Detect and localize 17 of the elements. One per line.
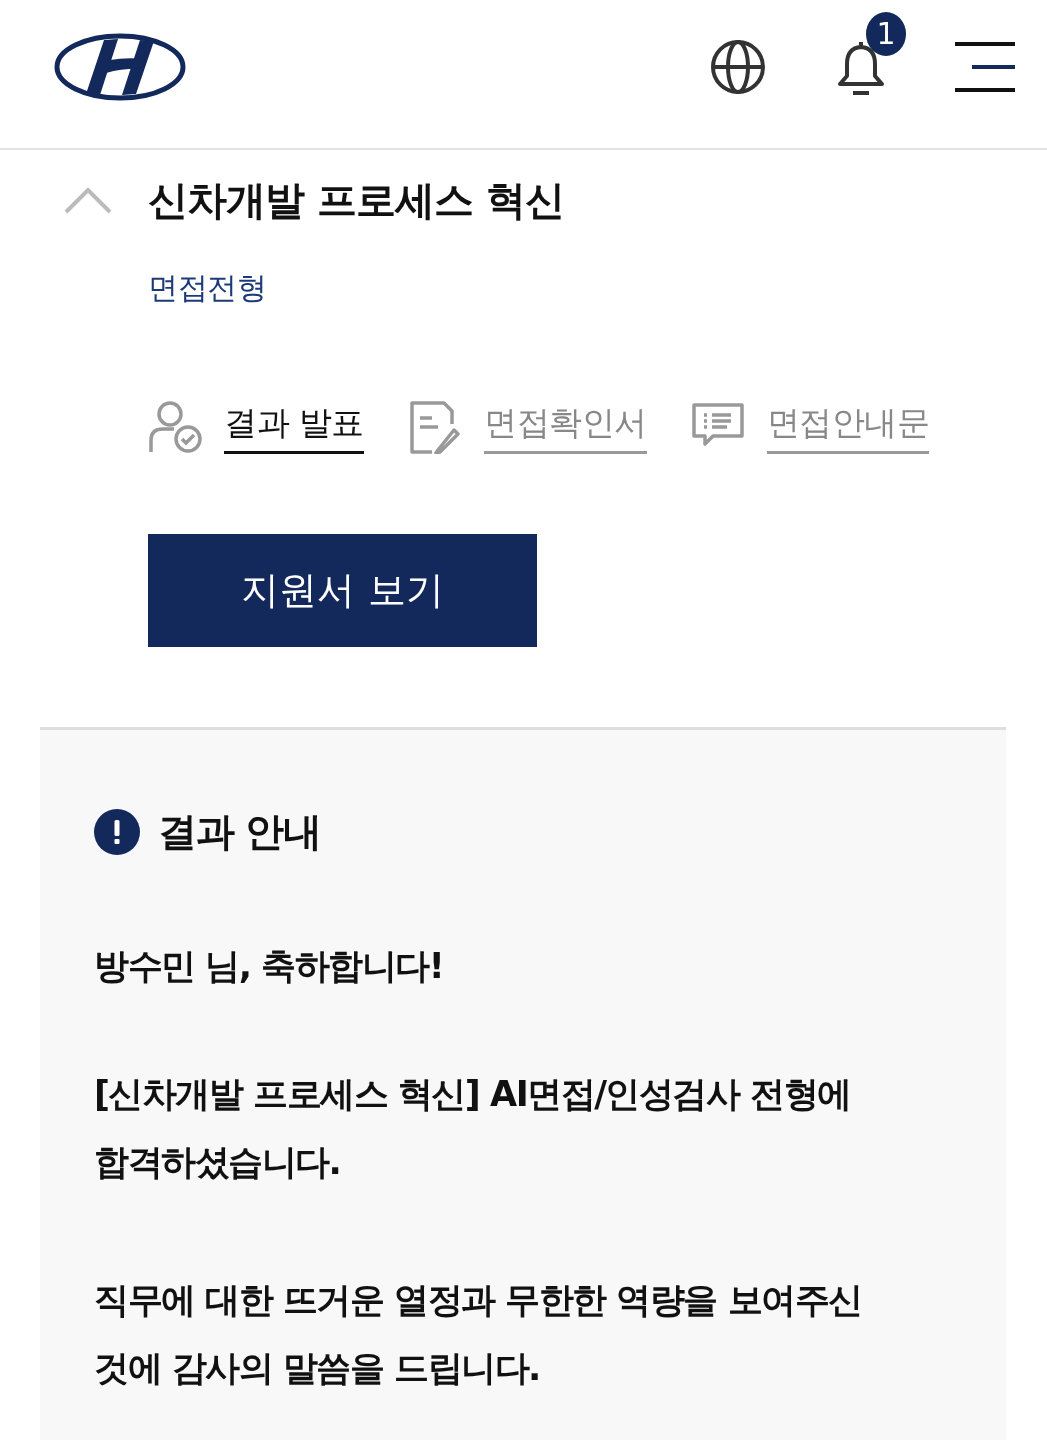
- tab-link[interactable]: 면접확인서: [484, 400, 647, 454]
- tab-link[interactable]: 면접안내문: [766, 400, 929, 454]
- section-title: 신차개발 프로세스 혁신: [148, 176, 564, 224]
- greeting-text: 방수민 님, 축하합니다!: [94, 945, 445, 988]
- alert-icon: [94, 809, 140, 855]
- notification-badge: 1: [866, 12, 906, 56]
- notice-paragraph: 직무에 대한 뜨거운 열정과 무한한 역량을 보여주신 것에 감사의 말씀을 드립니다.: [94, 1279, 863, 1390]
- document-edit-icon: [408, 400, 462, 454]
- globe-icon[interactable]: [711, 40, 765, 94]
- logo-icon[interactable]: [54, 33, 186, 101]
- menu-icon[interactable]: [955, 42, 1015, 92]
- stage-label: 면접전형: [148, 269, 266, 307]
- view-application-button[interactable]: 지원서 보기: [148, 534, 537, 647]
- notice-paragraph: [신차개발 프로세스 혁신] AI면접/인성검사 전형에 합격하셨습니다.: [94, 1073, 852, 1184]
- user-check-icon: [148, 400, 202, 454]
- notice-title: 결과 안내: [158, 808, 321, 856]
- tab-link[interactable]: 결과 발표: [224, 400, 364, 454]
